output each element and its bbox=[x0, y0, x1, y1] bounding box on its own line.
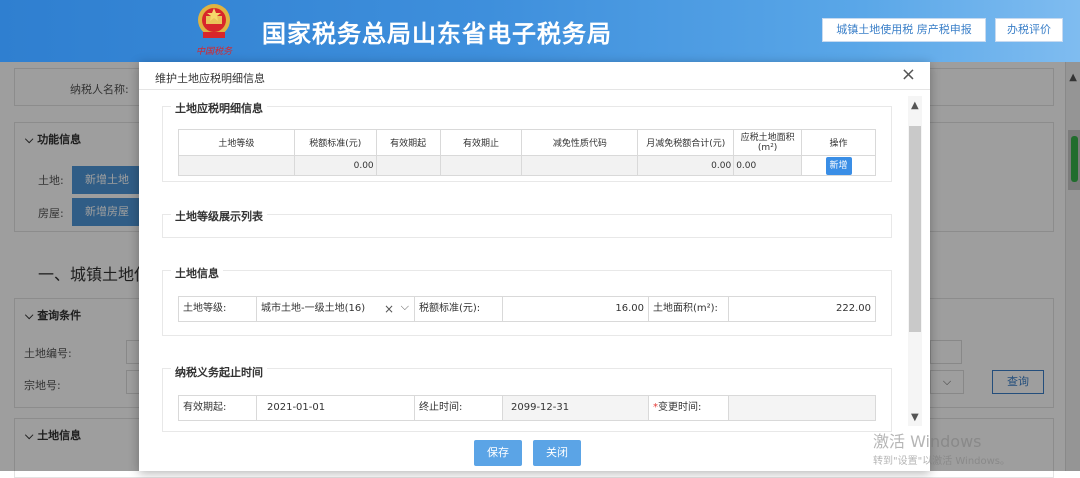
grade-select-value: 城市土地-一级土地(16) bbox=[261, 303, 366, 314]
modal-title: 维护土地应税明细信息 bbox=[155, 72, 265, 85]
table-cell bbox=[439, 155, 523, 176]
close-icon[interactable]: × bbox=[901, 64, 916, 86]
tax-emblem-icon bbox=[198, 4, 230, 38]
change-date-label: *变更时间: bbox=[649, 396, 729, 420]
clear-icon[interactable]: × bbox=[384, 297, 394, 321]
tax-standard-label: 税额标准(元): bbox=[415, 297, 503, 321]
land-area-label: 土地面积(m²): bbox=[649, 297, 729, 321]
end-date-field[interactable]: 2099-12-31 bbox=[503, 396, 649, 420]
windows-activation-hint: 转到"设置"以激活 Windows。 bbox=[873, 456, 1011, 467]
detail-section-title: 土地应税明细信息 bbox=[171, 100, 267, 116]
modal-header: 维护土地应税明细信息 × bbox=[139, 62, 930, 90]
table-cell: 0.00 bbox=[637, 155, 735, 176]
save-button[interactable]: 保存 bbox=[474, 440, 522, 466]
column-header: 税额标准(元) bbox=[293, 129, 377, 156]
period-section-title: 纳税义务起止时间 bbox=[171, 364, 267, 380]
table-row: 0.00 0.00 0.00 新增 bbox=[178, 155, 876, 176]
column-header: 土地等级 bbox=[178, 129, 295, 156]
table-cell: 0.00 bbox=[293, 155, 377, 176]
end-date-label: 终止时间: bbox=[415, 396, 503, 420]
column-header: 减免性质代码 bbox=[521, 129, 639, 156]
column-header: 有效期起 bbox=[375, 129, 441, 156]
tax-declaration-button[interactable]: 城镇土地使用税 房产税申报 bbox=[822, 18, 986, 42]
column-header: 操作 bbox=[801, 129, 876, 156]
maintain-land-tax-modal: 维护土地应税明细信息 × 土地应税明细信息 土地等级 税额标准(元) 有效期起 … bbox=[139, 62, 930, 471]
column-header: 月减免税额合计(元) bbox=[637, 129, 735, 156]
start-date-field[interactable]: 2021-01-01 bbox=[257, 396, 415, 420]
tax-evaluation-button[interactable]: 办税评价 bbox=[995, 18, 1063, 42]
column-header: 有效期止 bbox=[439, 129, 523, 156]
start-date-label: 有效期起: bbox=[179, 396, 257, 420]
table-cell bbox=[178, 155, 295, 176]
chevron-down-icon[interactable]: ⌵ bbox=[401, 297, 409, 319]
grade-list-section-title: 土地等级展示列表 bbox=[171, 208, 267, 224]
table-cell bbox=[375, 155, 441, 176]
table-cell-action: 新增 bbox=[801, 155, 876, 176]
table-header-row: 土地等级 税额标准(元) 有效期起 有效期止 减免性质代码 月减免税额合计(元)… bbox=[178, 129, 876, 156]
grade-list-panel bbox=[162, 214, 892, 238]
scroll-down-icon[interactable]: ▼ bbox=[911, 412, 919, 423]
site-header: 中国税务 国家税务总局山东省电子税务局 城镇土地使用税 房产税申报 办税评价 bbox=[0, 0, 1080, 62]
table-cell bbox=[521, 155, 639, 176]
modal-scrollbar-thumb[interactable] bbox=[909, 126, 921, 332]
windows-activation-watermark: 激活 Windows bbox=[873, 432, 982, 451]
grade-select[interactable]: 城市土地-一级土地(16) × ⌵ bbox=[257, 297, 415, 321]
period-row: 有效期起: 2021-01-01 终止时间: 2099-12-31 *变更时间: bbox=[178, 395, 876, 421]
emblem-caption: 中国税务 bbox=[196, 47, 233, 57]
land-area-field[interactable]: 222.00 bbox=[729, 297, 875, 321]
tax-standard-field[interactable]: 16.00 bbox=[503, 297, 649, 321]
detail-table: 土地等级 税额标准(元) 有效期起 有效期止 减免性质代码 月减免税额合计(元)… bbox=[178, 129, 876, 176]
scroll-up-icon[interactable]: ▲ bbox=[911, 100, 919, 111]
close-button[interactable]: 关闭 bbox=[533, 440, 581, 466]
grade-label: 土地等级: bbox=[179, 297, 257, 321]
land-info-row: 土地等级: 城市土地-一级土地(16) × ⌵ 税额标准(元): 16.00 土… bbox=[178, 296, 876, 322]
land-info-section-title: 土地信息 bbox=[171, 265, 223, 281]
change-date-field[interactable] bbox=[729, 396, 875, 420]
column-header: 应税土地面积 (m²) bbox=[733, 129, 803, 156]
site-title: 国家税务总局山东省电子税务局 bbox=[262, 20, 612, 48]
add-row-button[interactable]: 新增 bbox=[825, 156, 852, 175]
table-cell: 0.00 bbox=[733, 155, 803, 176]
